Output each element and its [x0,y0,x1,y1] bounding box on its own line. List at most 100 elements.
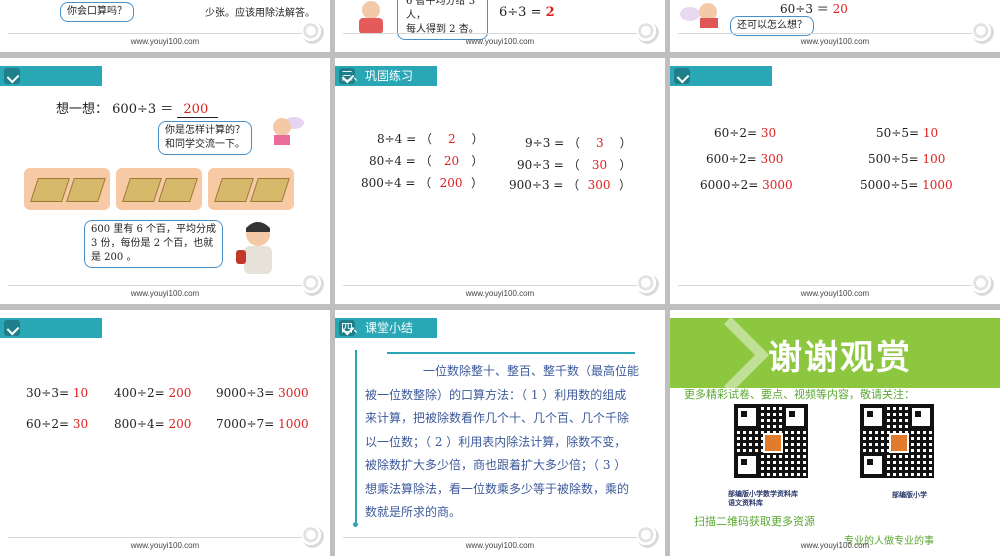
slide-7[interactable]: 30÷3= 10 400÷2= 200 9000÷3= 3000 60÷2= 3… [0,310,330,556]
swirl-decoration [972,22,994,44]
slide-5[interactable]: 三、巩固练习 8÷4 = （ 2 ） 80÷4 = （ 20 ） 800÷4 =… [335,58,665,304]
summary-line: 以一位数；（ 2 ）利用表内除法计算，除数不变， [365,434,627,449]
equation-answer: 20 [832,2,848,16]
footer-url: www.youyi100.com [800,37,870,46]
summary-bullet-icon [353,522,358,527]
qr-corner [860,452,886,478]
footer-url: www.youyi100.com [130,289,200,298]
summary-line: 数就是所求的商。 [365,505,462,519]
equation-expr: 60÷2= [714,126,758,140]
footer-divider [8,33,322,34]
footer-divider [8,285,322,286]
swirl-decoration [637,22,659,44]
angel-character-icon [680,0,728,30]
footer-url: www.youyi100.com [465,37,535,46]
qr1-caption: 部编版小学数学资料库 语文资料库 [728,490,798,508]
section-tab: 四、课堂小结 [335,318,437,338]
tab-check-icon [4,68,20,84]
swirl-decoration [637,526,659,548]
equation-row: 600÷2= 300 [706,152,783,166]
qr-code-icon[interactable] [860,404,934,478]
hundreds-box [116,168,202,210]
qr-corner [908,404,934,430]
equation-expr: 600÷3 ＝ [112,102,174,117]
section-tab [670,66,772,86]
slide-3[interactable]: 60÷3 ＝ 20 还可以怎么想？ www.youyi100.com [670,0,1000,52]
exercise-answer: 30 [591,158,608,172]
hundreds-box [24,168,110,210]
summary-paragraph: 一位数除整十、整百、整千数（最高位能 被一位数整除）的口算方法：（ 1 ）利用数… [365,360,655,525]
bubble-line: 3 份，每份是 2 个百，也就 [91,238,214,249]
book-bundle-icon [122,178,162,202]
equation-row: 30÷3= 10 [26,386,88,400]
qr1-caption-line: 语文资料库 [728,499,763,507]
bubble-line: 每人得到 2 杏。 [406,24,479,35]
tab-check-icon [4,320,20,336]
exercise-expr: 900÷3 = （ [509,178,580,192]
qr-corner [734,404,760,430]
equation-answer: 30 [760,126,777,140]
equation-expr: 50÷5= [876,126,920,140]
bubble-line: 6 智平均分给 3 [406,0,476,7]
qr-corner [782,404,808,430]
thanks-title: 谢谢观赏 [768,338,912,378]
bubble-line: 你是怎样计算的？ [165,125,245,136]
equation-row: 50÷5= 10 [876,126,938,140]
slide-6[interactable]: 60÷2= 30 600÷2= 300 6000÷2= 3000 50÷5= 1… [670,58,1000,304]
book-bundle-icon [214,178,254,202]
equation-answer: 300 [760,152,784,166]
exercise-expr: 8÷4 = （ [377,132,433,146]
equation-expr: 9000÷3= [216,386,275,400]
equation-answer: 3000 [762,178,793,192]
slide-8[interactable]: 四、课堂小结 一位数除整十、整百、整千数（最高位能 被一位数整除）的口算方法：（… [335,310,665,556]
exercise-close: ） [471,154,484,168]
section-tab [0,318,102,338]
equation-expr: 7000÷7= [216,417,275,431]
summary-line: 来计算，把被除数看作几个十、几个百、几个千除 [365,411,630,425]
equation-expr: 5000÷5= [860,178,919,192]
equation: 6÷3 = 2 [499,5,555,20]
book-bundle-icon [66,178,106,202]
equation-row: 6000÷2= 3000 [700,178,793,192]
exercise-row: 900÷3 = （ 300 ） [509,176,631,193]
equation-answer: 100 [922,152,946,166]
footer-divider [343,285,657,286]
fairy-character-icon [266,113,306,147]
exercise-expr: 90÷3 = （ [517,158,580,172]
speech-bubble: 600 里有 6 个百，平均分成 3 份，每份是 2 个百，也就 是 200 。 [84,220,223,268]
exercise-expr: 9÷3 = （ [525,136,581,150]
footer-url: www.youyi100.com [800,289,870,298]
tab-check-icon [674,68,690,84]
summary-line: 被一位数整除）的口算方法：（ 1 ）利用数的组成 [365,387,627,402]
equation-expr: 60÷3 ＝ [780,2,829,16]
summary-side-rule [355,350,357,522]
speech-bubble: 你会口算吗？ [60,2,134,22]
equation-expr: 400÷2= [114,386,165,400]
equation-answer: 200 [168,386,192,400]
exercise-close: ） [471,132,484,146]
exercise-answer: 3 [596,136,604,150]
equation-row: 9000÷3= 3000 [216,386,309,400]
slide-9[interactable]: 谢谢观赏 更多精彩试卷、要点、视频等内容，敬请关注： 部编版小学数学资料库 语文… [670,310,1000,556]
child-character-icon [349,0,393,36]
swirl-decoration [637,274,659,296]
equation-expr: 6÷3 = [499,5,542,20]
qr-corner [734,452,760,478]
equation-row: 60÷2= 30 [714,126,776,140]
slide-text: 少张。应该用除法解答。 [205,8,315,19]
slide-1[interactable]: 你会口算吗？ 少张。应该用除法解答。 www.youyi100.com [0,0,330,52]
qr-code-icon[interactable] [734,404,808,478]
slide-2[interactable]: 6 智平均分给 3 人， 每人得到 2 杏。 6÷3 = 2 www.youyi… [335,0,665,52]
footer-url: www.youyi100.com [800,541,870,550]
exercise-close: ） [619,158,632,172]
swirl-decoration [972,274,994,296]
bubble-line: 和同学交流一下。 [165,139,245,150]
equation-expr: 500÷5= [868,152,919,166]
bubble-line: 是 200 。 [91,252,137,263]
equation-answer: 200 [177,102,219,118]
equation-answer: 1000 [922,178,953,192]
equation-row: 400÷2= 200 [114,386,191,400]
slide-4[interactable]: 想一想： 600÷3 ＝ 200 你是怎样计算的？ 和同学交流一下。 600 里… [0,58,330,304]
think-label: 想一想： [56,102,109,117]
equation: 60÷3 ＝ 20 [780,0,848,17]
